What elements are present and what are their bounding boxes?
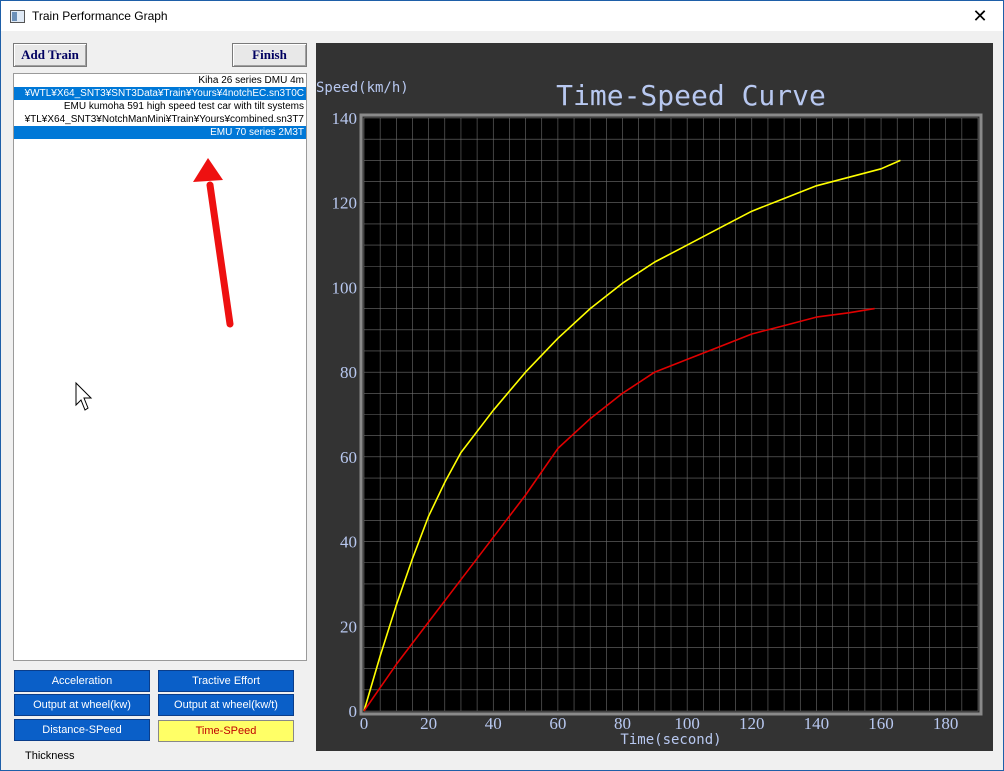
list-item[interactable]: ¥TL¥X64_SNT3¥NotchManMini¥Train¥Yours¥co… <box>14 113 306 126</box>
list-item[interactable]: EMU 70 series 2M3T <box>14 126 306 139</box>
app-icon <box>10 10 25 23</box>
x-tick-label: 100 <box>674 714 700 733</box>
x-tick-label: 180 <box>933 714 959 733</box>
x-tick-label: 120 <box>739 714 765 733</box>
app-window: Train Performance Graph ✕ Add Train Fini… <box>0 0 1004 771</box>
output-kwt-button[interactable]: Output at wheel(kw/t) <box>158 694 294 716</box>
distance-speed-button[interactable]: Distance-SPeed <box>14 719 150 741</box>
y-tick-label: 120 <box>332 194 358 213</box>
x-tick-label: 160 <box>868 714 894 733</box>
x-tick-label: 60 <box>549 714 566 733</box>
y-tick-label: 60 <box>340 448 357 467</box>
list-item[interactable]: EMU kumoha 591 high speed test car with … <box>14 100 306 113</box>
y-axis-label: Speed(km/h) <box>316 80 409 96</box>
window-title: Train Performance Graph <box>32 9 168 23</box>
time-speed-button[interactable]: Time-SPeed <box>158 720 294 742</box>
chart-panel: Time-Speed Curve Speed(km/h) Time(second) 0… <box>316 43 993 751</box>
add-train-button[interactable]: Add Train <box>13 43 87 67</box>
y-tick-label: 40 <box>340 533 357 552</box>
y-tick-label: 80 <box>340 363 357 382</box>
x-tick-label: 80 <box>614 714 631 733</box>
thickness-label: Thickness <box>25 750 75 762</box>
x-tick-label: 40 <box>485 714 502 733</box>
x-tick-label: 140 <box>804 714 830 733</box>
y-tick-label: 140 <box>332 109 358 128</box>
x-axis-label: Time(second) <box>620 732 721 748</box>
chart-title: Time-Speed Curve <box>556 79 826 112</box>
list-item[interactable]: Kiha 26 series DMU 4m <box>14 74 306 87</box>
title-bar: Train Performance Graph ✕ <box>1 1 1003 31</box>
y-tick-label: 20 <box>340 617 357 636</box>
list-item[interactable]: ¥WTL¥X64_SNT3¥SNT3Data¥Train¥Yours¥4notc… <box>14 87 306 100</box>
y-tick-label: 0 <box>349 702 358 721</box>
y-tick-label: 100 <box>332 278 358 297</box>
close-icon[interactable]: ✕ <box>957 1 1003 31</box>
x-tick-label: 20 <box>420 714 437 733</box>
time-speed-chart: Time-Speed Curve Speed(km/h) Time(second) 0… <box>316 79 983 748</box>
finish-button[interactable]: Finish <box>232 43 307 67</box>
output-kw-button[interactable]: Output at wheel(kw) <box>14 694 150 716</box>
train-list[interactable]: Kiha 26 series DMU 4m ¥WTL¥X64_SNT3¥SNT3… <box>13 73 307 661</box>
tractive-effort-button[interactable]: Tractive Effort <box>158 670 294 692</box>
acceleration-button[interactable]: Acceleration <box>14 670 150 692</box>
x-tick-label: 0 <box>360 714 369 733</box>
